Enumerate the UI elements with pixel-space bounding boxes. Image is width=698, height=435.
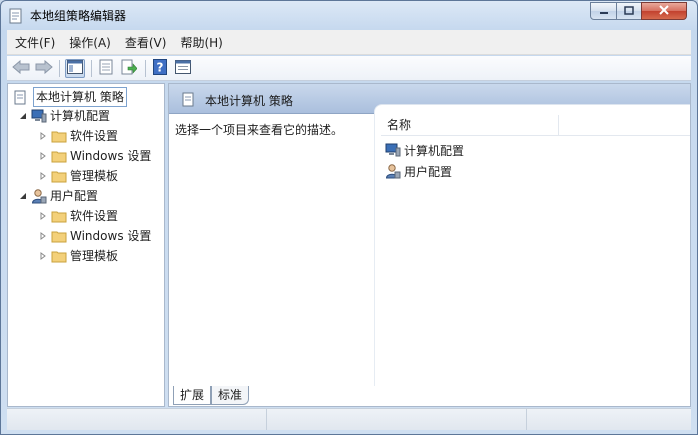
tree-item-user-software[interactable]: 软件设置 xyxy=(38,206,118,226)
tree-item-label: 计算机配置 xyxy=(50,109,111,123)
maximize-icon xyxy=(624,4,634,18)
close-button[interactable] xyxy=(641,2,687,20)
toolbar-separator xyxy=(91,60,92,77)
description-text: 选择一个项目来查看它的描述。 xyxy=(175,123,344,137)
expanded-arrow-icon[interactable] xyxy=(18,111,28,121)
folder-icon xyxy=(51,208,67,224)
minimize-button[interactable] xyxy=(590,2,617,20)
policy-document-icon xyxy=(12,89,28,105)
help-icon: ? xyxy=(153,59,167,78)
tree-item-computer-config[interactable]: 计算机配置 xyxy=(18,106,110,126)
tree-item-label: 软件设置 xyxy=(70,209,119,223)
show-hide-tree-button[interactable] xyxy=(65,59,85,78)
tree-item-label: 管理模板 xyxy=(70,169,119,183)
tab-standard[interactable]: 标准 xyxy=(211,386,250,405)
tree-item-computer-software[interactable]: 软件设置 xyxy=(38,126,118,146)
filter-icon xyxy=(175,60,191,77)
expanded-arrow-icon[interactable] xyxy=(18,191,28,201)
toolbar: ? xyxy=(7,56,691,81)
forward-arrow-icon xyxy=(35,59,53,77)
title-bar[interactable]: 本地组策略编辑器 xyxy=(1,1,697,30)
computer-icon xyxy=(385,142,401,158)
properties-icon xyxy=(99,59,113,78)
close-icon xyxy=(658,4,670,18)
back-arrow-icon xyxy=(12,59,30,77)
list-item-label: 用户配置 xyxy=(404,164,453,179)
tab-extended[interactable]: 扩展 xyxy=(173,386,212,405)
details-title: 本地计算机 策略 xyxy=(205,94,293,108)
collapsed-arrow-icon[interactable] xyxy=(38,231,48,241)
user-icon xyxy=(31,188,47,204)
main-window: 本地组策略编辑器 文件(F) 操作(A) 查看(V) 帮助(H) ? 本地计算机… xyxy=(0,0,698,435)
folder-icon xyxy=(51,248,67,264)
help-button[interactable]: ? xyxy=(150,59,170,78)
menu-view[interactable]: 查看(V) xyxy=(119,34,173,51)
policy-document-icon xyxy=(180,91,196,107)
collapsed-arrow-icon[interactable] xyxy=(38,251,48,261)
tree-item-label: Windows 设置 xyxy=(70,229,152,243)
maximize-button[interactable] xyxy=(616,2,642,20)
collapsed-arrow-icon[interactable] xyxy=(38,171,48,181)
menu-bar: 文件(F) 操作(A) 查看(V) 帮助(H) xyxy=(7,30,691,55)
filter-button[interactable] xyxy=(173,59,193,78)
tree-item-label: Windows 设置 xyxy=(70,149,152,163)
export-list-button[interactable] xyxy=(119,59,139,78)
tree-item-user-windows[interactable]: Windows 设置 xyxy=(38,226,151,246)
folder-icon xyxy=(51,168,67,184)
tree-item-label: 本地计算机 策略 xyxy=(33,87,127,107)
list-item-label: 计算机配置 xyxy=(404,143,465,158)
window-title: 本地组策略编辑器 xyxy=(30,9,127,23)
tree-item-root[interactable]: 本地计算机 策略 xyxy=(12,87,127,107)
folder-icon xyxy=(51,128,67,144)
toolbar-separator xyxy=(145,60,146,77)
tree-item-label: 管理模板 xyxy=(70,249,119,263)
status-bar xyxy=(7,408,691,430)
details-pane: 本地计算机 策略 选择一个项目来查看它的描述。 名称 计算机配置 用户配置 扩展… xyxy=(168,83,691,407)
column-header: 名称 xyxy=(381,115,690,136)
back-button[interactable] xyxy=(11,59,31,78)
menu-action[interactable]: 操作(A) xyxy=(63,34,117,51)
tree-item-user-admin-templates[interactable]: 管理模板 xyxy=(38,246,118,266)
tree-item-label: 软件设置 xyxy=(70,129,119,143)
list-item-computer-config[interactable]: 计算机配置 xyxy=(385,140,464,160)
tree-pane[interactable]: 本地计算机 策略 计算机配置 软件设置 Windows 设置 管理模板 用户配置 xyxy=(7,83,165,407)
forward-button[interactable] xyxy=(34,59,54,78)
items-list[interactable]: 名称 计算机配置 用户配置 xyxy=(374,104,690,386)
tree-item-label: 用户配置 xyxy=(50,189,99,203)
column-header-name[interactable]: 名称 xyxy=(381,115,559,135)
tree-item-computer-admin-templates[interactable]: 管理模板 xyxy=(38,166,118,186)
properties-button[interactable] xyxy=(96,59,116,78)
tree-item-computer-windows[interactable]: Windows 设置 xyxy=(38,146,151,166)
user-icon xyxy=(385,163,401,179)
policy-document-icon xyxy=(9,8,23,24)
list-item-user-config[interactable]: 用户配置 xyxy=(385,161,452,181)
computer-icon xyxy=(31,108,47,124)
menu-help[interactable]: 帮助(H) xyxy=(174,34,228,51)
minimize-icon xyxy=(599,4,609,18)
svg-text:?: ? xyxy=(157,61,164,75)
collapsed-arrow-icon[interactable] xyxy=(38,151,48,161)
toolbar-separator xyxy=(59,60,60,77)
collapsed-arrow-icon[interactable] xyxy=(38,211,48,221)
folder-icon xyxy=(51,148,67,164)
export-list-icon xyxy=(121,59,138,78)
collapsed-arrow-icon[interactable] xyxy=(38,131,48,141)
show-hide-tree-icon xyxy=(67,60,83,77)
status-cell xyxy=(7,409,267,430)
menu-file[interactable]: 文件(F) xyxy=(9,34,61,51)
folder-icon xyxy=(51,228,67,244)
status-cell xyxy=(527,409,691,430)
status-cell xyxy=(267,409,527,430)
tree-item-user-config[interactable]: 用户配置 xyxy=(18,186,98,206)
